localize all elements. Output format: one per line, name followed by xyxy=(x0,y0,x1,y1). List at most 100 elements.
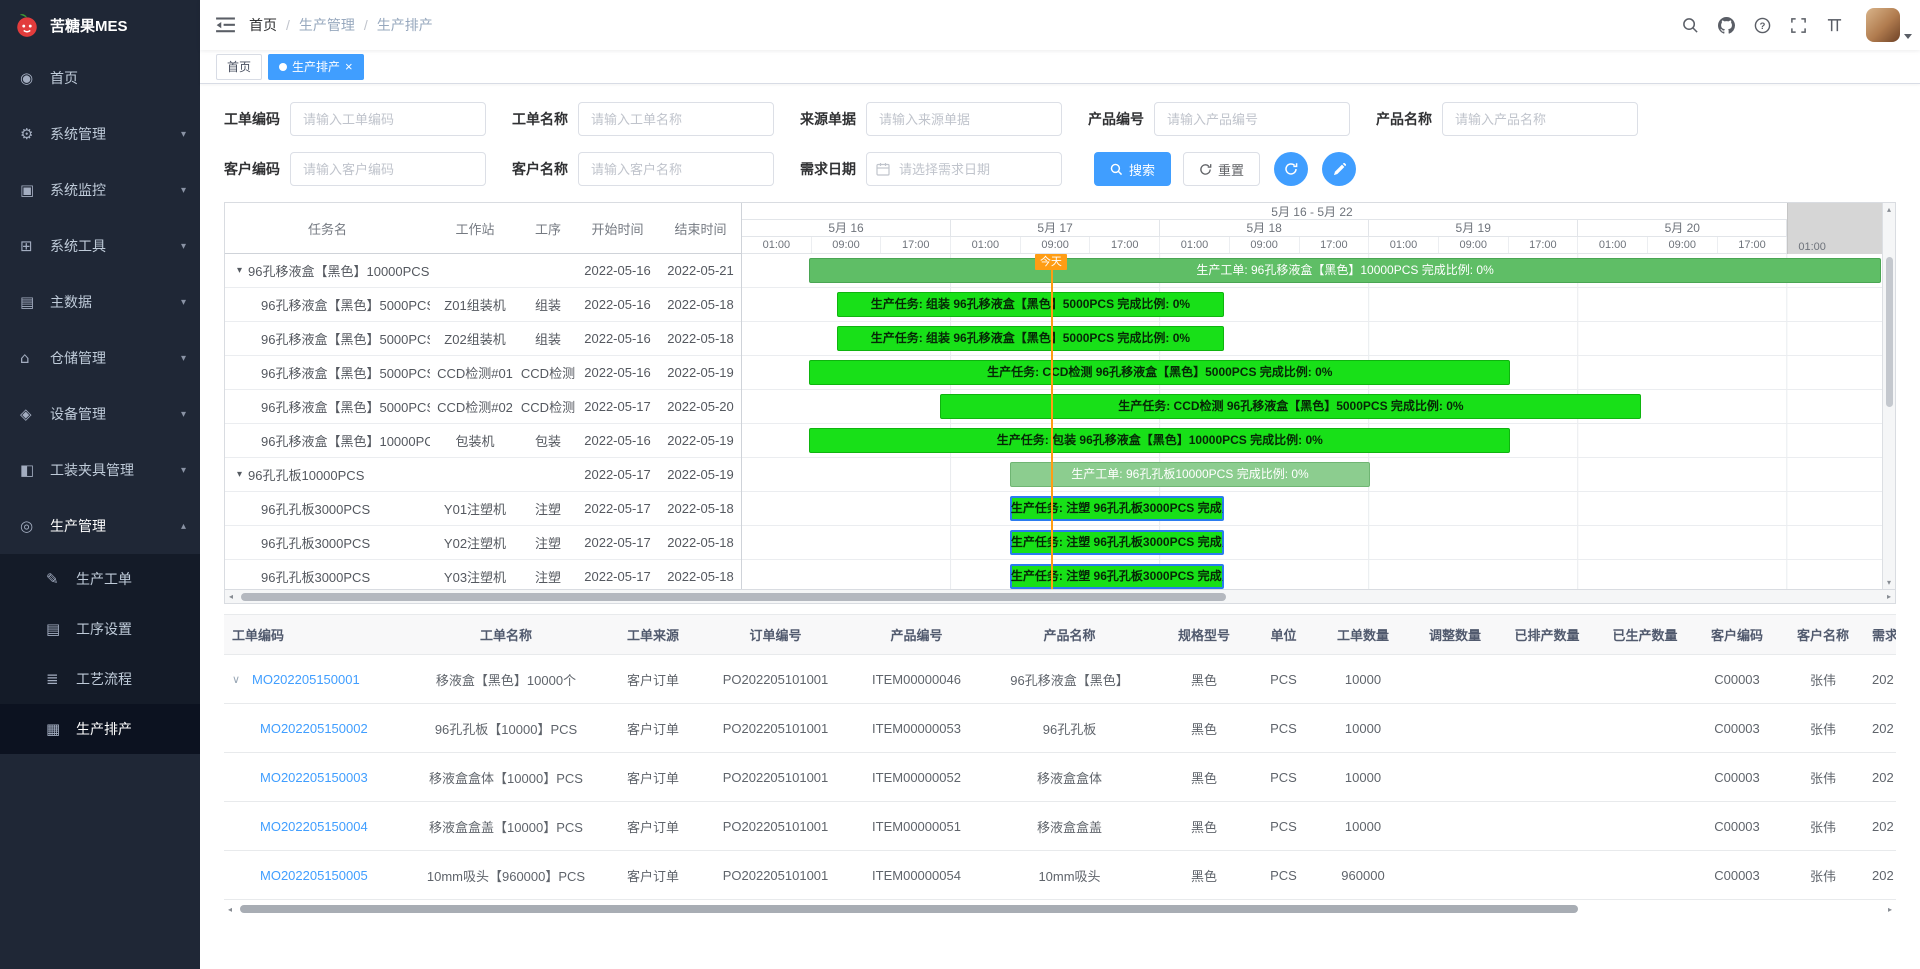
order-link[interactable]: MO202205150001 xyxy=(252,672,360,687)
help-icon[interactable]: ? xyxy=(1754,17,1771,34)
breadcrumb-item[interactable]: 生产管理 xyxy=(299,15,355,35)
task-end: 2022-05-19 xyxy=(659,433,741,448)
gantt-bar[interactable]: 生产任务: 组装 96孔移液盒【黑色】5000PCS 完成比例: 0% xyxy=(837,292,1225,317)
gantt-task-row[interactable]: ▾ 96孔移液盒【黑色】10000PCS 2022-05-16 2022-05-… xyxy=(225,254,741,288)
task-end: 2022-05-20 xyxy=(659,399,741,414)
avatar[interactable] xyxy=(1866,8,1900,42)
sidebar-item-production[interactable]: ◎ 生产管理 ▴ xyxy=(0,498,200,554)
sidebar-subitem-process[interactable]: ▤ 工序设置 xyxy=(0,604,200,654)
sidebar-item-monitor[interactable]: ▣ 系统监控 ▾ xyxy=(0,162,200,218)
gantt-task-row[interactable]: 96孔孔板3000PCS Y03注塑机 注塑 2022-05-17 2022-0… xyxy=(225,560,741,589)
gantt-task-row[interactable]: 96孔孔板3000PCS Y01注塑机 注塑 2022-05-17 2022-0… xyxy=(225,492,741,526)
order-link[interactable]: MO202205150002 xyxy=(260,721,368,736)
fullscreen-icon[interactable] xyxy=(1790,17,1807,34)
timeline-hour-label: 01:00 xyxy=(1369,237,1439,253)
gantt-horizontal-scrollbar[interactable]: ◂ ▸ xyxy=(224,590,1896,604)
reset-button[interactable]: 重置 xyxy=(1183,152,1260,186)
filter-input[interactable] xyxy=(290,102,486,136)
refresh-circle-button[interactable] xyxy=(1274,152,1308,186)
edit-circle-button[interactable] xyxy=(1322,152,1356,186)
breadcrumb-item[interactable]: 生产排产 xyxy=(377,15,433,35)
close-icon[interactable]: × xyxy=(345,60,353,73)
gantt-task-row[interactable]: 96孔移液盒【黑色】10000PCS 包装机 包装 2022-05-16 202… xyxy=(225,424,741,458)
gantt-vertical-scrollbar[interactable]: ▴ ▾ xyxy=(1882,203,1895,589)
order-link[interactable]: MO202205150004 xyxy=(260,819,368,834)
filter-label: 需求日期 xyxy=(800,159,856,179)
gantt-bar[interactable]: 生产工单: 96孔移液盒【黑色】10000PCS 完成比例: 0% xyxy=(809,258,1881,283)
task-end: 2022-05-18 xyxy=(659,331,741,346)
scroll-right-icon[interactable]: ▸ xyxy=(1888,902,1892,916)
scroll-right-icon[interactable]: ▸ xyxy=(1887,590,1891,603)
sidebar-item-tools[interactable]: ⊞ 系统工具 ▾ xyxy=(0,218,200,274)
horizontal-scrollbar-thumb[interactable] xyxy=(240,905,1578,913)
timeline-day-label: 5月 19 xyxy=(1369,220,1578,236)
app-logo[interactable]: 苦糖果MES xyxy=(0,0,200,50)
gantt-bar[interactable]: 生产任务: 包装 96孔移液盒【黑色】10000PCS 完成比例: 0% xyxy=(809,428,1510,453)
submenu-icon: ▦ xyxy=(46,720,68,738)
task-start: 2022-05-17 xyxy=(576,535,659,550)
sidebar-item-fixture[interactable]: ◧ 工装夹具管理 ▾ xyxy=(0,442,200,498)
task-name: 96孔移液盒【黑色】10000PCS xyxy=(248,261,429,280)
gantt-bar[interactable]: 生产任务: CCD检测 96孔移液盒【黑色】5000PCS 完成比例: 0% xyxy=(809,360,1510,385)
timeline-hour-label: 09:00 xyxy=(1439,237,1509,253)
sidebar-subitem-schedule[interactable]: ▦ 生产排产 xyxy=(0,704,200,754)
gantt-task-row[interactable]: 96孔移液盒【黑色】5000PCS Z02组装机 组装 2022-05-16 2… xyxy=(225,322,741,356)
view-tab[interactable]: 首页 xyxy=(216,54,262,80)
scroll-left-icon[interactable]: ◂ xyxy=(228,902,232,916)
gantt-task-row[interactable]: 96孔移液盒【黑色】5000PCS CCD检测#02 CCD检测 2022-05… xyxy=(225,390,741,424)
cell-source: 客户订单 xyxy=(604,719,702,738)
filter-input[interactable] xyxy=(866,102,1062,136)
sidebar-subitem-flow[interactable]: ≣ 工艺流程 xyxy=(0,654,200,704)
sidebar-item-warehouse[interactable]: ⌂ 仓储管理 ▾ xyxy=(0,330,200,386)
gantt-bar[interactable]: 生产任务: 注塑 96孔孔板3000PCS 完成比例: 0% xyxy=(1010,564,1224,589)
timeline-hour-label: 17:00 xyxy=(1509,237,1579,253)
order-link[interactable]: MO202205150003 xyxy=(260,770,368,785)
task-end: 2022-05-18 xyxy=(659,297,741,312)
gantt-bar[interactable]: 生产任务: CCD检测 96孔移液盒【黑色】5000PCS 完成比例: 0% xyxy=(940,394,1641,419)
orders-horizontal-scrollbar[interactable]: ◂ ▸ xyxy=(224,902,1896,916)
chevron-icon: ▾ xyxy=(181,241,186,252)
filter-input[interactable] xyxy=(1154,102,1350,136)
filter-field: 来源单据 xyxy=(800,102,1062,136)
filter-input[interactable] xyxy=(578,102,774,136)
gantt-task-row[interactable]: 96孔移液盒【黑色】5000PCS Z01组装机 组装 2022-05-16 2… xyxy=(225,288,741,322)
gantt-bar[interactable]: 生产工单: 96孔孔板10000PCS 完成比例: 0% xyxy=(1010,462,1370,487)
sidebar-subitem-order[interactable]: ✎ 生产工单 xyxy=(0,554,200,604)
cell-qty: 10000 xyxy=(1314,819,1412,834)
breadcrumb-home[interactable]: 首页 xyxy=(249,15,277,35)
font-size-icon[interactable] xyxy=(1826,17,1843,34)
horizontal-scrollbar-thumb[interactable] xyxy=(241,593,1226,601)
sidebar-item-device[interactable]: ◈ 设备管理 ▾ xyxy=(0,386,200,442)
filter-input[interactable] xyxy=(1442,102,1638,136)
filter-input[interactable] xyxy=(290,152,486,186)
gantt-bar[interactable]: 生产任务: 组装 96孔移液盒【黑色】5000PCS 完成比例: 0% xyxy=(837,326,1225,351)
filter-input[interactable] xyxy=(578,152,774,186)
cell-product: 10mm吸头 xyxy=(984,866,1155,885)
date-input[interactable] xyxy=(866,152,1062,186)
sidebar-toggle-icon[interactable] xyxy=(216,17,235,33)
vertical-scrollbar-thumb[interactable] xyxy=(1886,257,1893,407)
row-expand-icon[interactable]: ∨ xyxy=(232,673,246,686)
user-menu[interactable] xyxy=(1866,8,1900,42)
sidebar-item-home[interactable]: ◉ 首页 xyxy=(0,50,200,106)
scroll-down-icon[interactable]: ▾ xyxy=(1883,578,1895,587)
orders-header: 工单编码工单名称工单来源订单编号产品编号产品名称规格型号单位工单数量调整数量已排… xyxy=(224,615,1896,655)
view-tab[interactable]: 生产排产 × xyxy=(268,54,364,80)
scroll-left-icon[interactable]: ◂ xyxy=(229,590,233,603)
collapse-icon[interactable]: ▾ xyxy=(237,265,242,276)
scroll-up-icon[interactable]: ▴ xyxy=(1883,205,1895,214)
gantt-task-row[interactable]: 96孔移液盒【黑色】5000PCS CCD检测#01 CCD检测 2022-05… xyxy=(225,356,741,390)
gantt-task-row[interactable]: ▾ 96孔孔板10000PCS 2022-05-17 2022-05-19 xyxy=(225,458,741,492)
sidebar-item-data[interactable]: ▤ 主数据 ▾ xyxy=(0,274,200,330)
github-icon[interactable] xyxy=(1718,17,1735,34)
gantt-bar[interactable]: 生产任务: 注塑 96孔孔板3000PCS 完成比例: 0% xyxy=(1010,530,1224,555)
search-icon[interactable] xyxy=(1682,17,1699,34)
orders-column-header: 工单来源 xyxy=(604,625,702,644)
gantt-bar[interactable]: 生产任务: 注塑 96孔孔板3000PCS 完成比例: 0% xyxy=(1010,496,1224,521)
order-link[interactable]: MO202205150005 xyxy=(260,868,368,883)
gantt-task-row[interactable]: 96孔孔板3000PCS Y02注塑机 注塑 2022-05-17 2022-0… xyxy=(225,526,741,560)
collapse-icon[interactable]: ▾ xyxy=(237,469,242,480)
sidebar-item-gear[interactable]: ⚙ 系统管理 ▾ xyxy=(0,106,200,162)
task-end: 2022-05-18 xyxy=(659,535,741,550)
search-button[interactable]: 搜索 xyxy=(1094,152,1171,186)
